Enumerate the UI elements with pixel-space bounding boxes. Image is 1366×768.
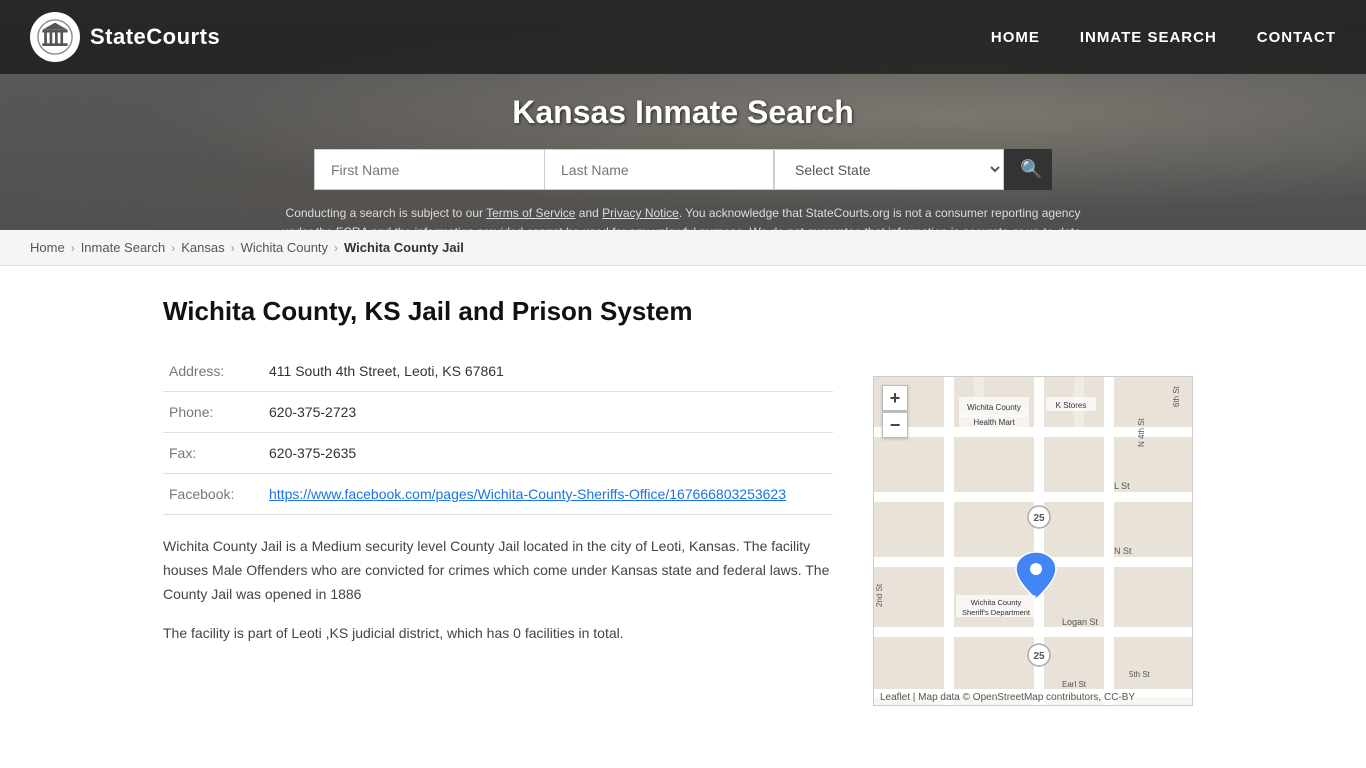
address-value: 411 South 4th Street, Leoti, KS 67861	[263, 351, 833, 392]
map-container[interactable]: 25 25 Wichita County Health Mart K Store…	[873, 376, 1193, 706]
last-name-input[interactable]	[544, 149, 774, 190]
first-name-input[interactable]	[314, 149, 544, 190]
breadcrumb-home[interactable]: Home	[30, 240, 65, 255]
header-content: Kansas Inmate Search Select State Kansas…	[0, 74, 1366, 230]
breadcrumb-sep-2: ›	[171, 241, 175, 255]
breadcrumb-state[interactable]: Kansas	[181, 240, 224, 255]
phone-label: Phone:	[163, 392, 263, 433]
phone-row: Phone: 620-375-2723	[163, 392, 833, 433]
disclaimer-text: Conducting a search is subject to our Te…	[253, 204, 1113, 230]
search-button[interactable]: 🔍	[1004, 149, 1052, 190]
privacy-link[interactable]: Privacy Notice	[602, 206, 679, 220]
svg-text:5th St: 5th St	[1129, 670, 1151, 679]
nav-contact[interactable]: CONTACT	[1257, 29, 1336, 46]
map-zoom-out[interactable]: −	[882, 412, 908, 438]
map-zoom-in[interactable]: +	[882, 385, 908, 411]
breadcrumb-sep-3: ›	[231, 241, 235, 255]
facility-info: Wichita County, KS Jail and Prison Syste…	[163, 296, 833, 662]
search-icon: 🔍	[1020, 159, 1042, 179]
facility-description-1: Wichita County Jail is a Medium security…	[163, 535, 833, 606]
navigation: StateCourts HOME INMATE SEARCH CONTACT	[0, 0, 1366, 74]
phone-value: 620-375-2723	[263, 392, 833, 433]
svg-text:Earl St: Earl St	[1062, 680, 1087, 689]
main-content: Wichita County, KS Jail and Prison Syste…	[0, 266, 1366, 766]
breadcrumb-sep-1: ›	[71, 241, 75, 255]
search-form: Select State Kansas Alabama Alaska 🔍	[0, 149, 1366, 190]
map-controls: + −	[882, 385, 908, 438]
svg-text:N 4th St: N 4th St	[1137, 417, 1146, 447]
facility-details-table: Address: 411 South 4th Street, Leoti, KS…	[163, 351, 833, 515]
svg-text:Wichita County: Wichita County	[967, 403, 1021, 412]
svg-text:Logan St: Logan St	[1062, 617, 1099, 627]
nav-inmate-search[interactable]: INMATE SEARCH	[1080, 29, 1217, 46]
breadcrumb-sep-4: ›	[334, 241, 338, 255]
facebook-row: Facebook: https://www.facebook.com/pages…	[163, 474, 833, 515]
facility-title: Wichita County, KS Jail and Prison Syste…	[163, 296, 833, 327]
breadcrumb-county[interactable]: Wichita County	[241, 240, 328, 255]
fax-row: Fax: 620-375-2635	[163, 433, 833, 474]
nav-links: HOME INMATE SEARCH CONTACT	[991, 29, 1336, 46]
facility-description-2: The facility is part of Leoti ,KS judici…	[163, 622, 833, 646]
map-attribution: Leaflet | Map data © OpenStreetMap contr…	[874, 690, 1192, 705]
logo[interactable]: StateCourts	[30, 12, 220, 62]
facebook-value: https://www.facebook.com/pages/Wichita-C…	[263, 474, 833, 515]
svg-text:K Stores: K Stores	[1056, 401, 1087, 410]
svg-text:25: 25	[1033, 513, 1045, 524]
content-area: Wichita County, KS Jail and Prison Syste…	[83, 266, 1283, 736]
breadcrumb: Home › Inmate Search › Kansas › Wichita …	[0, 230, 1366, 266]
svg-text:Wichita County: Wichita County	[971, 598, 1022, 607]
address-label: Address:	[163, 351, 263, 392]
svg-text:N St: N St	[1114, 546, 1132, 556]
svg-text:Sheriff's Department: Sheriff's Department	[962, 608, 1031, 617]
header: StateCourts HOME INMATE SEARCH CONTACT K…	[0, 0, 1366, 230]
svg-text:L St: L St	[1114, 481, 1130, 491]
nav-home[interactable]: HOME	[991, 29, 1040, 46]
map-area: 25 25 Wichita County Health Mart K Store…	[873, 376, 1203, 706]
fax-value: 620-375-2635	[263, 433, 833, 474]
page-title: Kansas Inmate Search	[0, 94, 1366, 131]
logo-icon	[30, 12, 80, 62]
site-name: StateCourts	[90, 24, 220, 50]
state-select[interactable]: Select State Kansas Alabama Alaska	[774, 149, 1004, 190]
facebook-label: Facebook:	[163, 474, 263, 515]
facebook-link[interactable]: https://www.facebook.com/pages/Wichita-C…	[269, 486, 786, 502]
svg-text:25: 25	[1033, 651, 1045, 662]
breadcrumb-inmate-search[interactable]: Inmate Search	[81, 240, 166, 255]
fax-label: Fax:	[163, 433, 263, 474]
terms-link[interactable]: Terms of Service	[486, 206, 575, 220]
svg-text:6th St: 6th St	[1172, 385, 1181, 407]
address-row: Address: 411 South 4th Street, Leoti, KS…	[163, 351, 833, 392]
svg-text:Health Mart: Health Mart	[973, 418, 1015, 427]
svg-text:2nd St: 2nd St	[875, 583, 884, 607]
breadcrumb-current: Wichita County Jail	[344, 240, 464, 255]
